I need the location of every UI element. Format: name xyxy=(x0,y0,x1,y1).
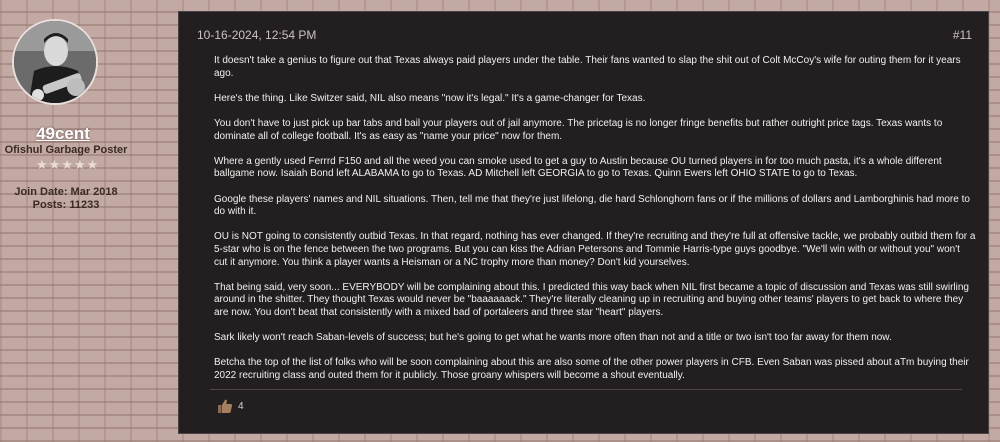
join-date: Join Date: Mar 2018 xyxy=(14,186,118,198)
post-date: 10-16-2024, 12:54 PM xyxy=(197,28,317,42)
post-content-box: 10-16-2024, 12:54 PM #11 It doesn't take… xyxy=(178,11,989,434)
star-icon: ★ xyxy=(61,157,73,172)
thumbs-up-icon xyxy=(218,399,233,413)
post-paragraph: Google these players' names and NIL situ… xyxy=(214,193,970,218)
user-title: Ofishul Garbage Poster xyxy=(4,144,128,156)
post-paragraph: It doesn't take a genius to figure out t… xyxy=(214,55,961,79)
user-rank-stars: ★ ★ ★ ★ ★ xyxy=(36,157,99,172)
post-paragraph: Here's the thing. Like Switzer said, NIL… xyxy=(214,92,646,104)
avatar-image xyxy=(14,21,96,103)
post-number-link[interactable]: #11 xyxy=(953,28,972,42)
forum-post: 49cent Ofishul Garbage Poster ★ ★ ★ ★ ★ … xyxy=(0,0,1000,442)
post-paragraph: Betcha the top of the list of folks who … xyxy=(214,357,969,381)
star-icon: ★ xyxy=(36,157,48,172)
post-paragraph: OU is NOT going to consistently outbid T… xyxy=(214,231,976,268)
star-icon: ★ xyxy=(73,157,86,172)
divider xyxy=(210,389,962,390)
user-info-panel: 49cent Ofishul Garbage Poster ★ ★ ★ ★ ★ … xyxy=(0,0,178,442)
post-paragraph: Where a gently used Ferrrd F150 and all … xyxy=(214,155,942,180)
star-icon: ★ xyxy=(48,157,61,172)
like-count: 4 xyxy=(238,400,244,412)
post-body: It doesn't take a genius to figure out t… xyxy=(214,55,976,395)
like-button[interactable]: 4 xyxy=(217,398,244,414)
post-paragraph: That being said, very soon... EVERYBODY … xyxy=(214,281,969,318)
post-count: Posts: 11233 xyxy=(32,199,100,211)
username-link[interactable]: 49cent xyxy=(0,124,126,144)
star-icon: ★ xyxy=(86,157,99,172)
post-paragraph: You don't have to just pick up bar tabs … xyxy=(214,117,943,142)
post-paragraph: Sark likely won't reach Saban-levels of … xyxy=(214,332,892,344)
avatar[interactable] xyxy=(12,19,98,105)
